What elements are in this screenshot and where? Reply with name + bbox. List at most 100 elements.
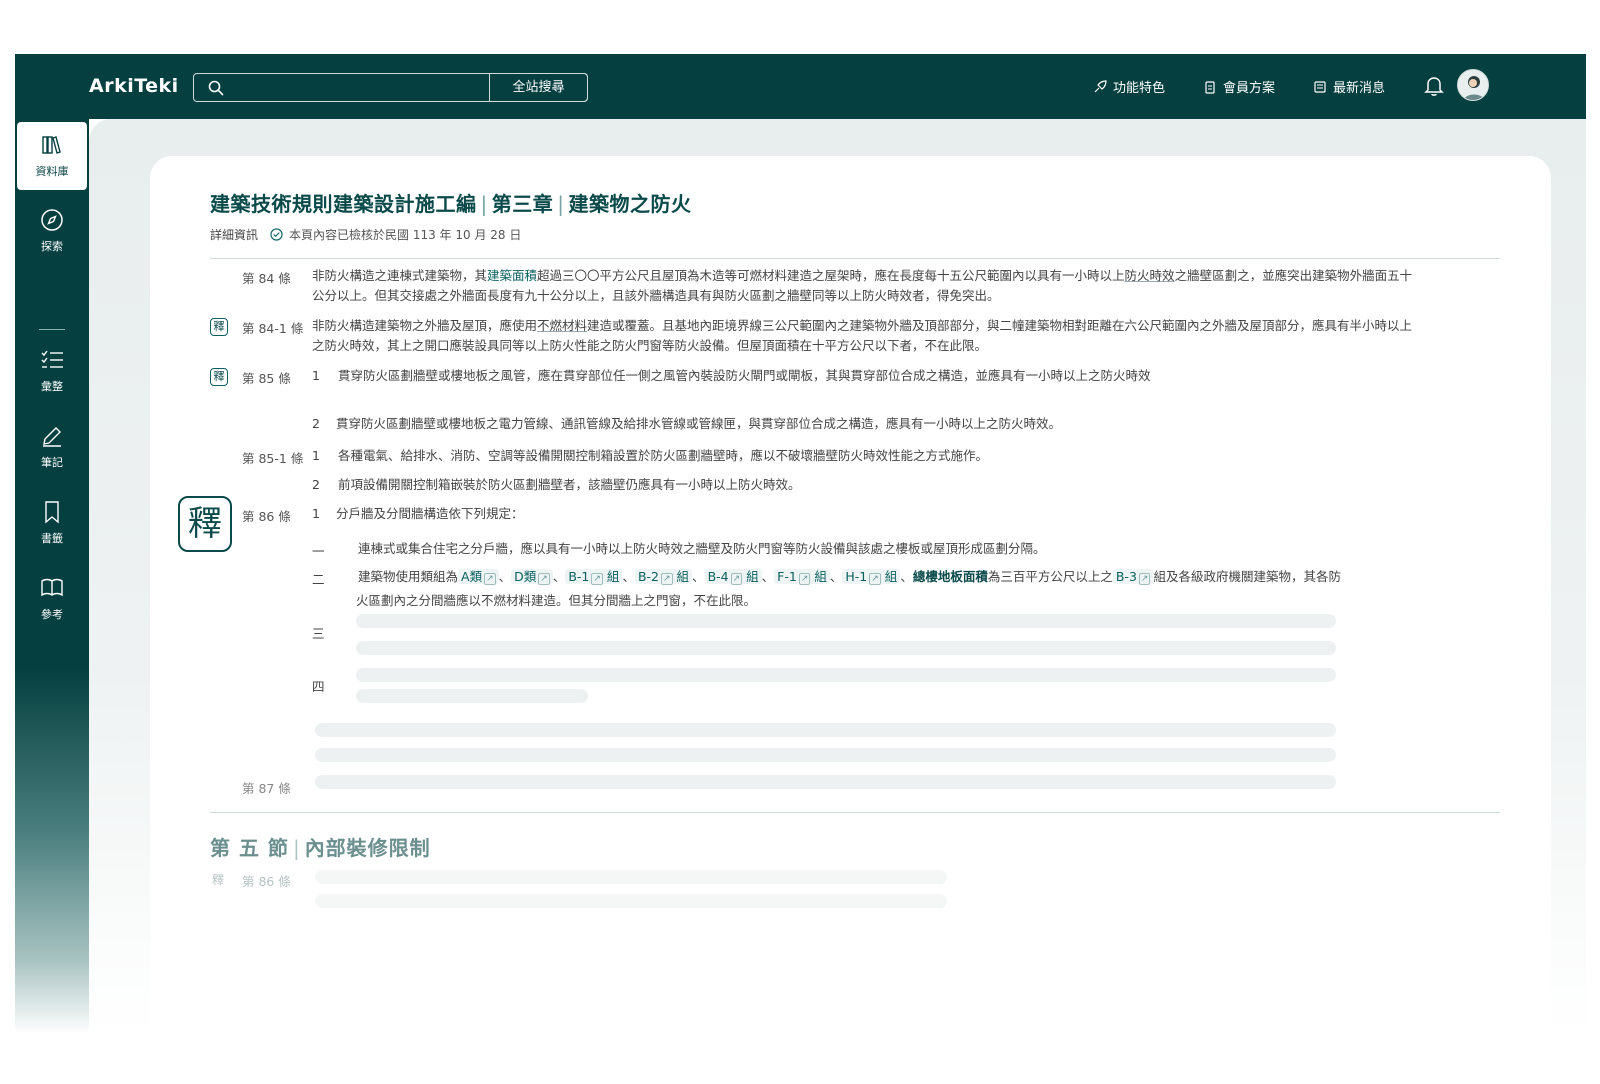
compass-icon [41, 209, 63, 231]
nav-membership[interactable]: 會員方案 [1203, 77, 1275, 96]
search-input[interactable] [232, 74, 482, 101]
clipboard-icon [1205, 80, 1215, 94]
newspaper-icon [1314, 80, 1326, 93]
term-link[interactable]: 建築面積 [487, 268, 537, 283]
item-number: 三 [312, 626, 325, 641]
rocket-icon [1094, 79, 1107, 92]
sidebar-item-reference[interactable]: 參考 [17, 565, 87, 633]
loading-skeleton [315, 894, 947, 908]
search-icon [208, 80, 224, 96]
item-text: 建築物使用類組為 A類 ↗、 D類 ↗、 B-1 ↗ 組、 B-2 ↗ 組、 B-4 ↗ 組、 F-1… [358, 569, 1341, 585]
paragraph-text: 前項設備開關控制箱嵌裝於防火區劃牆壁者，該牆壁仍應具有一小時以上防火時效。 [338, 477, 801, 492]
divider [210, 258, 1500, 259]
article-label[interactable]: 第 85 條 [242, 368, 291, 387]
sidebar-divider [39, 329, 65, 330]
logo[interactable]: ArkiTeki [89, 75, 179, 97]
document-card: 建築技術規則建築設計施工編 | 第三章 | 建築物之防火 詳細資訊 本頁內容已檢核於民國… [150, 156, 1551, 1034]
divider [210, 812, 1500, 813]
paragraph-text: 貫穿防火區劃牆壁或樓地板之風管，應在貫穿部位任一側之風管內裝設防火閘門或閘板，其… [338, 368, 1151, 383]
section-separator: | [292, 836, 301, 860]
nav-features-label: 功能特色 [1113, 81, 1166, 96]
top-bar: ArkiTeki 全站搜尋 功能特色 會員方案 最新消息 [15, 54, 1586, 119]
title-regulation: 建築技術規則建築設計施工編 [210, 192, 477, 216]
article-text: 非防火構造建築物之外牆及屋頂，應使用不燃材料建造或覆蓋。且基地內距境界線三公尺範… [312, 318, 1413, 353]
loading-skeleton [356, 668, 1336, 682]
sidebar-item-explore[interactable]: 探索 [17, 197, 87, 265]
use-group-tag[interactable]: B-2 ↗ 組 [634, 569, 693, 585]
check-circle-icon [270, 228, 283, 241]
nav-features[interactable]: 功能特色 [1093, 77, 1165, 96]
term-link[interactable]: 不燃材料 [537, 318, 587, 333]
article-label[interactable]: 第 84 條 [242, 268, 291, 287]
title-chapter: 第三章 [491, 192, 554, 216]
interpretation-badge[interactable]: 釋 [210, 368, 228, 386]
sidebar-item-bookmarks-label: 書籤 [41, 532, 63, 545]
term-link[interactable]: 總樓地板面積 [913, 569, 988, 584]
detail-info-link[interactable]: 詳細資訊 [210, 226, 258, 243]
title-chapter-name: 建築物之防火 [568, 192, 692, 216]
section-title: 第 五 節 | 內部裝修限制 [210, 832, 431, 861]
use-group-tag[interactable]: B-1 ↗ 組 [565, 569, 623, 585]
item-text-continued: 火區劃內之分間牆應以不燃材料建造。但其分間牆上之門窗，不在此限。 [356, 593, 757, 608]
nav-news[interactable]: 最新消息 [1313, 77, 1385, 96]
term-link[interactable]: 集合住宅 [408, 541, 458, 556]
use-group-tag[interactable]: A類 ↗ [458, 569, 499, 585]
sidebar-item-notes-label: 筆記 [41, 456, 63, 469]
nav-news-label: 最新消息 [1333, 81, 1386, 96]
use-group-tag[interactable]: D類 ↗ [511, 569, 553, 585]
section-number: 第 五 節 [210, 836, 289, 860]
item-number: 二 [312, 572, 325, 587]
sidebar-item-notes[interactable]: 筆記 [17, 413, 87, 481]
sidebar-item-library[interactable]: 資料庫 [17, 122, 87, 190]
paragraph-number: 1 [312, 448, 320, 463]
loading-skeleton [315, 748, 1336, 762]
verified-text: 本頁內容已檢核於民國 113 年 10 月 28 日 [289, 228, 522, 242]
interpretation-badge[interactable]: 釋 [210, 318, 228, 336]
item-number: 一 [312, 544, 325, 559]
article-label[interactable]: 第 86 條 [242, 506, 291, 525]
paragraph-number: 1 [312, 506, 320, 521]
interpretation-badge-hover[interactable]: 釋 [178, 496, 232, 552]
page-meta: 詳細資訊 本頁內容已檢核於民國 113 年 10 月 28 日 [210, 226, 521, 243]
loading-skeleton [356, 614, 1336, 628]
checklist-icon [41, 350, 63, 368]
app-frame: ArkiTeki 全站搜尋 功能特色 會員方案 最新消息 資料庫 探索 彙整 筆… [15, 54, 1586, 1034]
use-group-tag[interactable]: F-1 ↗ 組 [774, 569, 830, 585]
article-label: 第 86 條 [242, 874, 291, 889]
use-group-tag[interactable]: B-4 ↗ 組 [704, 569, 762, 585]
article-label[interactable]: 第 85-1 條 [242, 448, 303, 467]
loading-skeleton [356, 641, 1336, 655]
interpretation-badge-faded: 釋 [212, 873, 225, 887]
sidebar: 資料庫 探索 彙整 筆記 書籤 參考 [15, 119, 89, 1034]
section-name: 內部裝修限制 [304, 836, 431, 860]
paragraph-text: 各種電氣、給排水、消防、空調等設備開關控制箱設置於防火區劃牆壁時，應以不破壞牆壁… [338, 448, 989, 463]
book-open-icon [41, 578, 63, 597]
sidebar-item-collect[interactable]: 彙整 [17, 337, 87, 405]
article-text: 非防火構造之連棟式建築物，其建築面積超過三〇〇平方公尺且屋頂為木造等可燃材料建造… [312, 268, 1413, 303]
use-group-tag[interactable]: B-3 ↗ [1112, 569, 1154, 585]
paragraph-number: 1 [312, 368, 320, 383]
bell-icon[interactable] [1423, 74, 1445, 98]
loading-skeleton [315, 870, 947, 884]
page-title: 建築技術規則建築設計施工編 | 第三章 | 建築物之防火 [210, 188, 692, 217]
sidebar-item-bookmarks[interactable]: 書籤 [17, 489, 87, 557]
sidebar-item-explore-label: 探索 [41, 240, 63, 253]
article-label[interactable]: 第 87 條 [242, 778, 291, 797]
loading-skeleton [315, 723, 1336, 737]
sidebar-item-collect-label: 彙整 [41, 380, 63, 393]
title-separator: | [480, 192, 488, 216]
pen-icon [43, 427, 61, 447]
loading-skeleton [356, 689, 588, 703]
site-search-button[interactable]: 全站搜尋 [489, 73, 588, 102]
item-number: 四 [312, 679, 325, 694]
sidebar-item-reference-label: 參考 [41, 608, 63, 621]
use-group-tag[interactable]: H-1 ↗ 組 [842, 569, 901, 585]
title-separator: | [557, 192, 565, 216]
avatar-image [1463, 76, 1485, 100]
article-label[interactable]: 第 84-1 條 [242, 318, 303, 337]
bookmark-icon [45, 501, 59, 524]
paragraph-text: 分戶牆及分間牆構造依下列規定： [336, 506, 524, 521]
term-link[interactable]: 防火時效 [1125, 268, 1175, 283]
loading-skeleton [315, 775, 1336, 789]
avatar[interactable] [1457, 69, 1489, 101]
